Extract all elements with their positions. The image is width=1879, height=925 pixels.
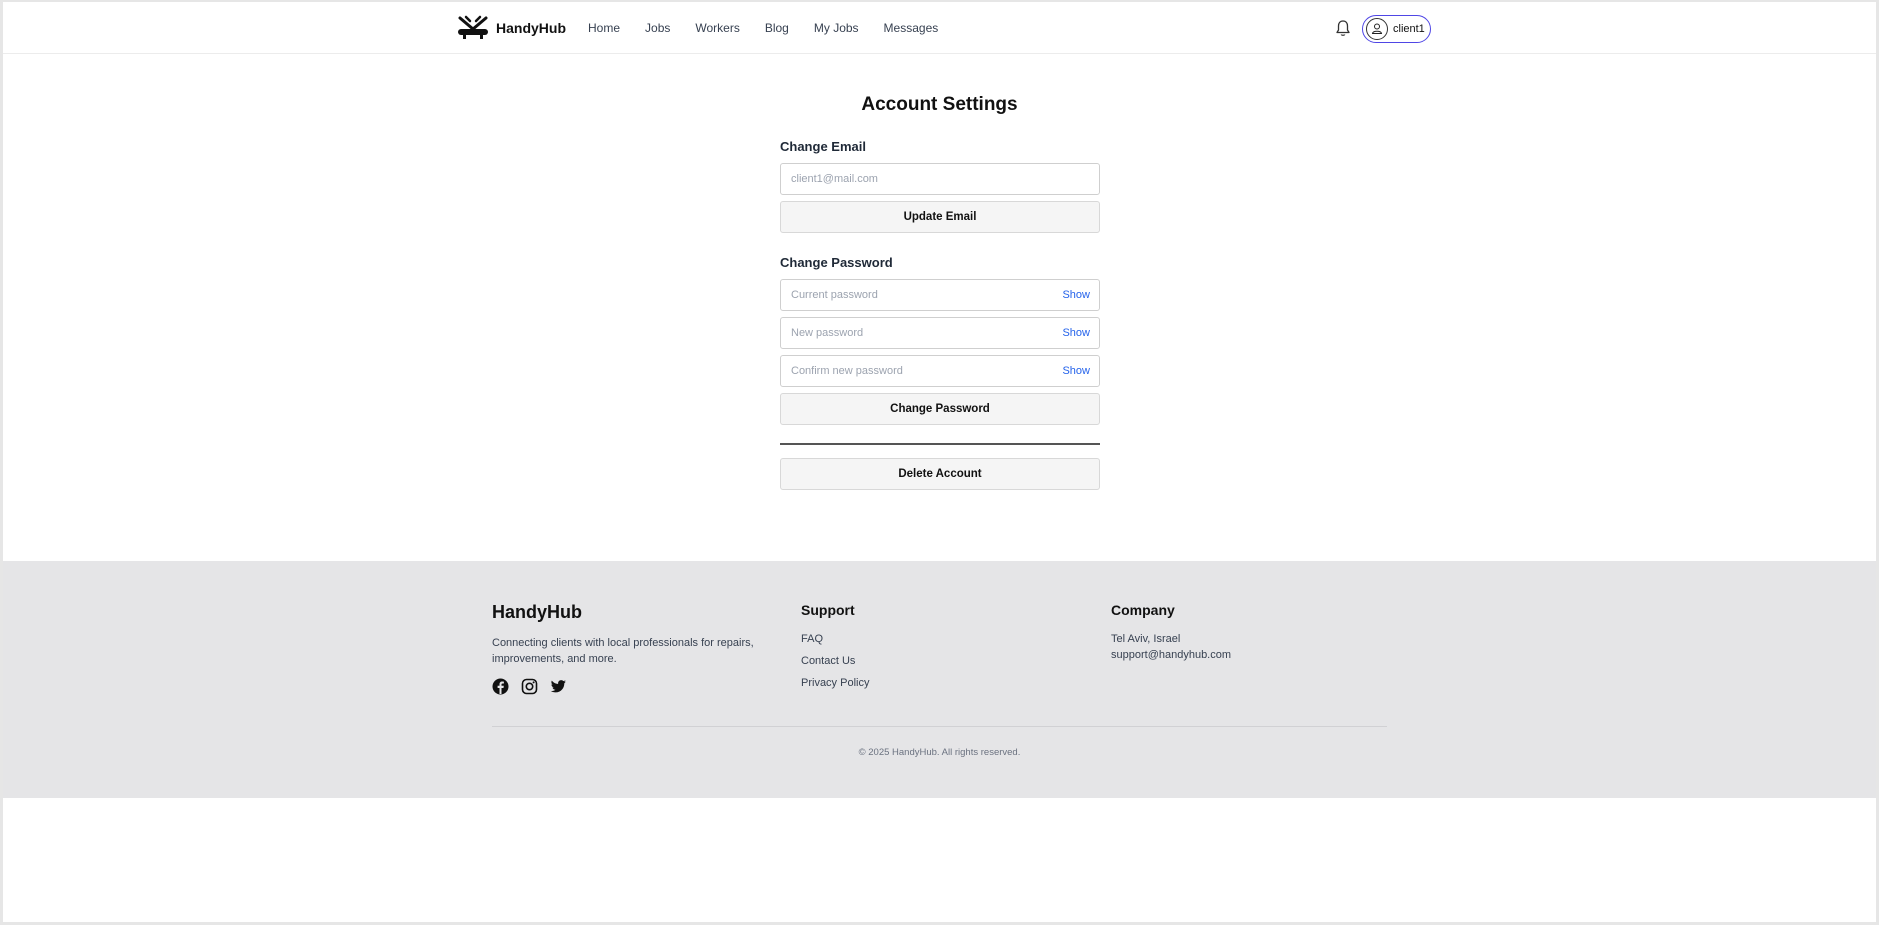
avatar	[1366, 18, 1388, 40]
top-navbar: HandyHub Home Jobs Workers Blog My Jobs …	[3, 2, 1876, 54]
twitter-icon[interactable]	[550, 678, 567, 695]
change-password-label: Change Password	[780, 255, 893, 270]
current-password-wrapper: Show	[780, 279, 1100, 311]
social-links	[492, 678, 567, 695]
copyright: © 2025 HandyHub. All rights reserved.	[858, 747, 1021, 758]
nav-my-jobs[interactable]: My Jobs	[814, 21, 859, 35]
user-menu-button[interactable]: client1	[1362, 15, 1431, 43]
section-divider	[780, 443, 1100, 445]
privacy-policy-link[interactable]: Privacy Policy	[801, 677, 869, 689]
bell-icon[interactable]	[1333, 18, 1353, 38]
update-email-button[interactable]: Update Email	[780, 201, 1100, 233]
brand-logo[interactable]: HandyHub	[456, 15, 566, 41]
footer-divider	[492, 726, 1387, 727]
contact-us-link[interactable]: Contact Us	[801, 655, 855, 667]
footer-brand: HandyHub	[492, 602, 582, 622]
change-password-button[interactable]: Change Password	[780, 393, 1100, 425]
nav-blog[interactable]: Blog	[765, 21, 789, 35]
company-email: support@handyhub.com	[1111, 649, 1232, 661]
show-confirm-password-toggle[interactable]: Show	[1062, 365, 1090, 377]
nav-home[interactable]: Home	[588, 21, 620, 35]
page-title: Account Settings	[861, 94, 1018, 115]
facebook-icon[interactable]	[492, 678, 509, 695]
support-heading: Support	[801, 602, 855, 618]
new-password-wrapper: Show	[780, 317, 1100, 349]
brand-name: HandyHub	[496, 20, 566, 36]
confirm-password-wrapper: Show	[780, 355, 1100, 387]
new-password-field[interactable]	[781, 318, 1099, 348]
footer-description: Connecting clients with local profession…	[492, 637, 754, 665]
main-nav: Home Jobs Workers Blog My Jobs Messages	[588, 21, 963, 35]
email-field[interactable]	[781, 164, 1099, 194]
user-name: client1	[1393, 23, 1425, 35]
nav-jobs[interactable]: Jobs	[645, 21, 670, 35]
user-avatar-icon	[1371, 23, 1383, 34]
show-current-password-toggle[interactable]: Show	[1062, 289, 1090, 301]
handyhub-logo-icon	[458, 15, 488, 39]
delete-account-button[interactable]: Delete Account	[780, 458, 1100, 490]
change-email-label: Change Email	[780, 139, 866, 154]
nav-workers[interactable]: Workers	[695, 21, 739, 35]
company-location: Tel Aviv, Israel	[1111, 633, 1181, 645]
current-password-field[interactable]	[781, 280, 1099, 310]
footer: HandyHub Connecting clients with local p…	[3, 561, 1876, 798]
confirm-password-field[interactable]	[781, 356, 1099, 386]
company-heading: Company	[1111, 602, 1175, 618]
email-field-wrapper	[780, 163, 1100, 195]
faq-link[interactable]: FAQ	[801, 633, 823, 645]
nav-messages[interactable]: Messages	[884, 21, 939, 35]
instagram-icon[interactable]	[521, 678, 538, 695]
show-new-password-toggle[interactable]: Show	[1062, 327, 1090, 339]
